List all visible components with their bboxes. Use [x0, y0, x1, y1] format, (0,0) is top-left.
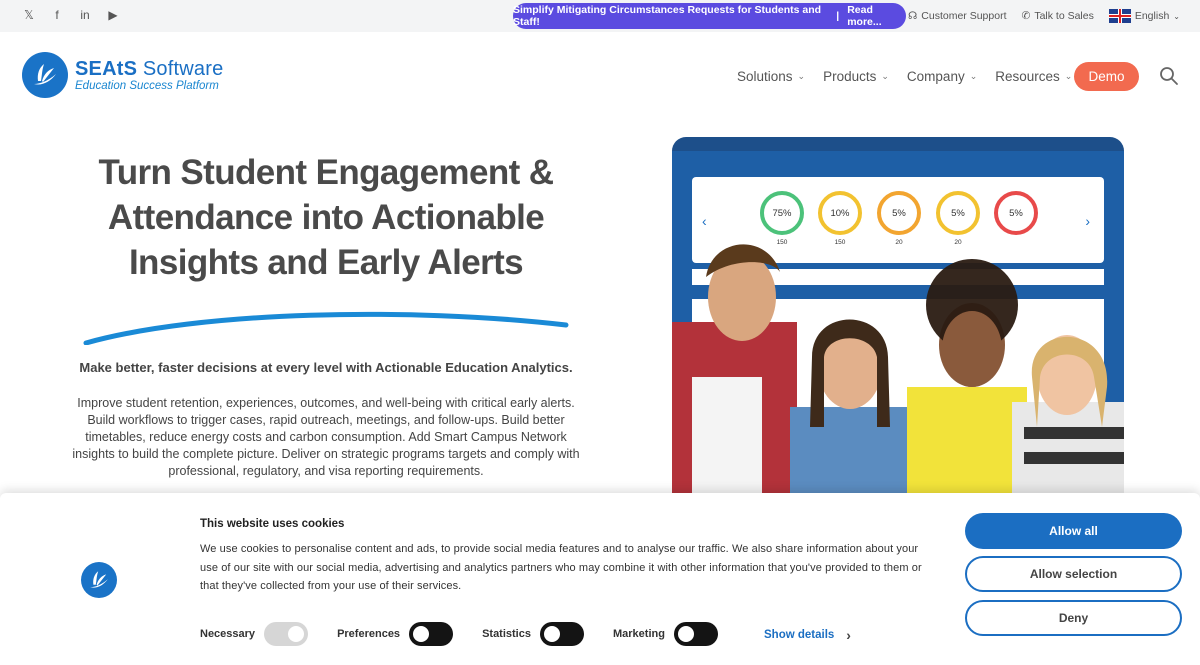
phone-icon: ✆: [1021, 10, 1031, 22]
x-icon[interactable]: 𝕏: [22, 8, 36, 22]
toggle-marketing-switch[interactable]: [673, 622, 718, 646]
logo-tagline: Education Success Platform: [75, 80, 219, 92]
facebook-icon[interactable]: f: [50, 8, 64, 22]
toggle-marketing-label: Marketing: [612, 628, 665, 640]
headset-icon: ☊: [907, 10, 918, 22]
social-links: 𝕏 f in ▶: [22, 8, 120, 22]
promo-separator: |: [836, 10, 840, 22]
demo-button[interactable]: Demo: [1074, 62, 1139, 91]
promo-banner[interactable]: Simplify Mitigating Circumstances Reques…: [513, 3, 906, 29]
toggle-statistics-label: Statistics: [482, 628, 531, 640]
toggle-preferences-label: Preferences: [337, 628, 401, 640]
language-selector[interactable]: English ⌄: [1108, 9, 1180, 23]
students-photo: [672, 244, 1124, 493]
show-details-link[interactable]: Show details ›: [764, 627, 851, 643]
hero-subtitle: Make better, faster decisions at every l…: [79, 360, 573, 375]
nav-resources[interactable]: Resources ⌄: [995, 62, 1072, 90]
nav-solutions[interactable]: Solutions ⌄: [737, 62, 805, 90]
decorative-swoosh: [83, 311, 569, 345]
allow-selection-button[interactable]: Allow selection: [965, 556, 1182, 592]
talk-to-sales-label: Talk to Sales: [1034, 10, 1094, 22]
show-details-label: Show details: [764, 629, 835, 641]
top-links: ☊ Customer Support ✆ Talk to Sales Engli…: [908, 9, 1180, 23]
main-nav: Solutions ⌄ Products ⌄ Company ⌄ Resources ⌄: [737, 62, 1072, 90]
logo-leaf-icon: [22, 52, 68, 98]
search-icon[interactable]: [1159, 66, 1179, 86]
top-bar: 𝕏 f in ▶ Simplify Mitigating Circumstanc…: [0, 0, 1200, 32]
toggle-statistics: Statistics: [482, 622, 584, 646]
seats-logo[interactable]: SEAtS Software Education Success Platfor…: [22, 52, 223, 98]
cookie-description: We use cookies to personalise content an…: [200, 543, 922, 592]
toggle-preferences-switch[interactable]: [409, 622, 454, 646]
cookie-title: This website uses cookies: [200, 518, 345, 530]
cookie-banner: This website uses cookies We use cookies…: [0, 493, 1200, 665]
cookiebot-logo-icon: [81, 562, 117, 598]
talk-to-sales-link[interactable]: ✆ Talk to Sales: [1022, 10, 1094, 22]
toggle-necessary-switch[interactable]: [264, 622, 309, 646]
cookie-toggles: Necessary Preferences Statistics Marketi…: [200, 622, 747, 646]
deny-button[interactable]: Deny: [965, 600, 1182, 636]
language-label: English: [1134, 10, 1170, 22]
toggle-necessary: Necessary: [200, 622, 309, 646]
toggle-necessary-label: Necessary: [200, 628, 256, 640]
dashboard-header-bar: [672, 137, 1124, 151]
nav-products[interactable]: Products ⌄: [823, 62, 889, 90]
allow-all-button[interactable]: Allow all: [965, 513, 1182, 549]
linkedin-icon[interactable]: in: [78, 8, 92, 22]
toggle-preferences: Preferences: [337, 622, 454, 646]
uk-flag-icon: [1108, 9, 1131, 23]
customer-support-link[interactable]: ☊ Customer Support: [908, 10, 1007, 22]
chevron-down-icon: ⌄: [1173, 11, 1180, 21]
youtube-icon[interactable]: ▶: [106, 8, 120, 22]
logo-text: SEAtS Software Education Success Platfor…: [75, 58, 223, 92]
hero-dashboard-image: 75% 150 10% 150 5% 20 5% 20 5% ‹ ›: [672, 137, 1124, 493]
toggle-statistics-switch[interactable]: [539, 622, 584, 646]
chevron-right-icon: ›: [846, 627, 851, 643]
promo-read-more-link[interactable]: Read more...: [847, 4, 906, 28]
toggle-marketing: Marketing: [613, 622, 718, 646]
nav-company[interactable]: Company ⌄: [907, 62, 977, 90]
chevron-down-icon: ⌄: [1064, 70, 1073, 81]
chevron-down-icon: ⌄: [881, 70, 889, 81]
chevron-down-icon: ⌄: [969, 70, 978, 81]
chevron-down-icon: ⌄: [797, 70, 806, 81]
promo-text: Simplify Mitigating Circumstances Reques…: [513, 4, 822, 28]
hero-title: Turn Student Engagement & Attendance int…: [98, 153, 555, 282]
customer-support-label: Customer Support: [921, 10, 1007, 22]
logo-wordmark: SEAtS Software: [75, 58, 224, 80]
hero-body-text: Improve student retention, experiences, …: [72, 396, 580, 478]
